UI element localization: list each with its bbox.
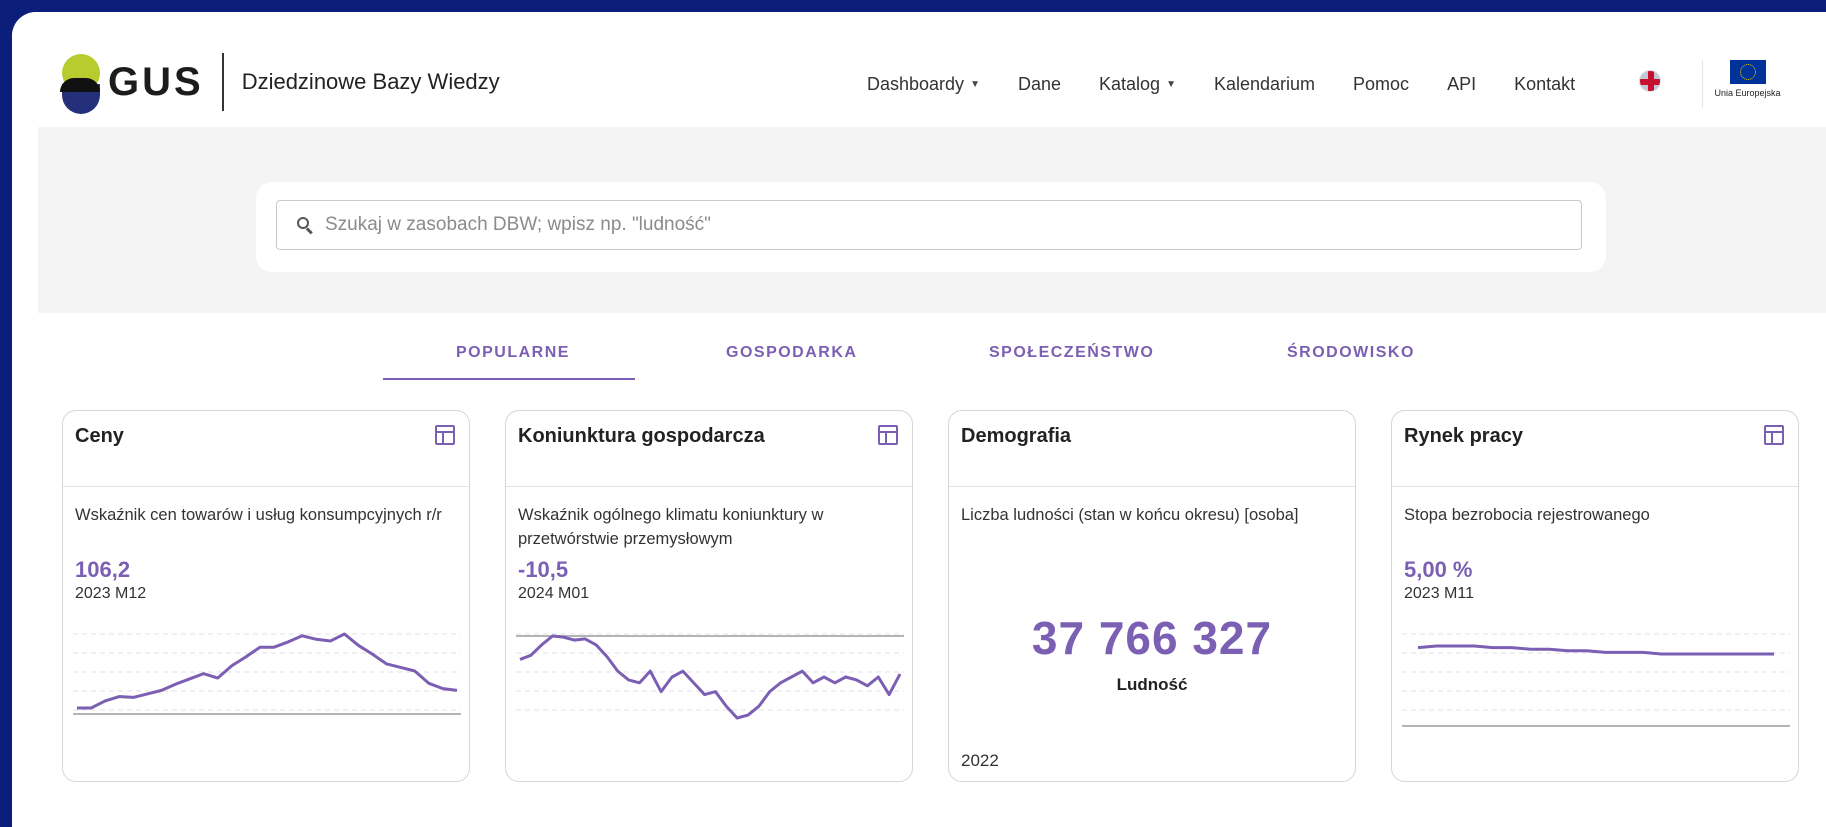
nav-item-kontakt[interactable]: Kontakt <box>1514 74 1575 95</box>
site-title: Dziedzinowe Bazy Wiedzy <box>241 69 500 94</box>
nav-item-label: Kontakt <box>1514 74 1576 94</box>
series-line <box>77 632 458 710</box>
card-title: Rynek pracy <box>1404 425 1523 447</box>
logo-divider <box>221 53 224 111</box>
card-rynek-pracy[interactable]: Rynek pracy Stopa bezrobocia rejestrowan… <box>1391 410 1799 782</box>
nav-item-label: Kalendarium <box>1213 74 1316 94</box>
indicator-label: Wskaźnik ogólnego klimatu koniunktury w … <box>518 506 824 548</box>
card-header: Rynek pracy <box>1392 411 1798 487</box>
site-logo[interactable]: GUS Dziedzinowe Bazy Wiedzy <box>60 52 510 114</box>
table-icon[interactable] <box>435 425 455 445</box>
search-input[interactable]: Szukaj w zasobach DBW; wpisz np. "ludnoś… <box>276 200 1582 250</box>
indicator-value: -10,5 <box>518 557 569 582</box>
nav-item-dashboardy[interactable]: Dashboardy ▼ <box>867 74 980 95</box>
eu-flag-icon <box>1729 60 1766 84</box>
indicator-value: 106,2 <box>75 557 131 582</box>
tab-spoleczenstwo[interactable]: SPOŁECZEŃSTWO <box>989 344 1154 362</box>
active-tab-indicator <box>383 378 635 380</box>
indicator-label: Wskaźnik cen towarów i usług konsumpcyjn… <box>75 506 442 524</box>
population-label: Ludność <box>1116 675 1188 694</box>
nav-item-label: Pomoc <box>1353 74 1410 94</box>
search-container: Szukaj w zasobach DBW; wpisz np. "ludnoś… <box>256 182 1606 272</box>
category-tabs: POPULARNE GOSPODARKA SPOŁECZEŃSTWO ŚRODO… <box>12 330 1826 380</box>
caret-down-icon: ▼ <box>1166 79 1176 90</box>
nav-item-label: API <box>1447 74 1477 94</box>
indicator-label: Liczba ludności (stan w końcu okresu) [o… <box>961 506 1299 524</box>
header: GUS Dziedzinowe Bazy Wiedzy Dashboardy ▼… <box>12 12 1826 127</box>
card-body: Wskaźnik cen towarów i usług konsumpcyjn… <box>63 487 469 603</box>
card-body: Liczba ludności (stan w końcu okresu) [o… <box>949 487 1355 551</box>
nav-item-dane[interactable]: Dane <box>1018 74 1061 95</box>
nav-item-api[interactable]: API <box>1447 74 1476 95</box>
search-placeholder: Szukaj w zasobach DBW; wpisz np. "ludnoś… <box>325 214 711 235</box>
card-body: Stopa bezrobocia rejestrowanego 5,00 % 2… <box>1392 487 1798 603</box>
nav-item-label: Dane <box>1017 74 1061 94</box>
tab-popularne[interactable]: POPULARNE <box>456 344 570 362</box>
sparkline-chart <box>1402 633 1790 727</box>
sparkline-chart <box>73 632 461 715</box>
population-value: 37 766 327 <box>1031 612 1273 664</box>
card-title: Demografia <box>961 425 1072 447</box>
card-header: Ceny <box>63 411 469 487</box>
series-line <box>519 634 902 720</box>
uk-flag-icon[interactable] <box>1639 70 1661 92</box>
nav-item-kalendarium[interactable]: Kalendarium <box>1214 74 1315 95</box>
eu-label: Unia Europejska <box>1714 88 1781 98</box>
sparkline-chart <box>516 633 904 720</box>
indicator-period: 2024 M01 <box>518 585 590 602</box>
search-section: Szukaj w zasobach DBW; wpisz np. "ludnoś… <box>38 127 1826 313</box>
gus-logo-icon <box>60 54 102 114</box>
card-title: Ceny <box>75 425 124 447</box>
tab-srodowisko[interactable]: ŚRODOWISKO <box>1287 344 1415 362</box>
table-icon[interactable] <box>878 425 898 445</box>
indicator-label: Stopa bezrobocia rejestrowanego <box>1404 506 1650 524</box>
caret-down-icon: ▼ <box>970 79 980 90</box>
nav-item-label: Dashboardy <box>867 74 965 94</box>
nav-item-label: Katalog <box>1099 74 1161 94</box>
search-icon <box>297 217 313 235</box>
main-nav: Dashboardy ▼ Dane Katalog ▼ Kalendarium … <box>867 74 1613 95</box>
nav-item-pomoc[interactable]: Pomoc <box>1353 74 1409 95</box>
indicator-value: 5,00 % <box>1404 557 1473 582</box>
nav-item-katalog[interactable]: Katalog ▼ <box>1099 74 1176 95</box>
page-frame: GUS Dziedzinowe Bazy Wiedzy Dashboardy ▼… <box>12 12 1826 827</box>
card-body: Wskaźnik ogólnego klimatu koniunktury w … <box>506 487 912 603</box>
card-demografia[interactable]: Demografia Liczba ludności (stan w końcu… <box>948 410 1356 782</box>
card-ceny[interactable]: Ceny Wskaźnik cen towarów i usług konsum… <box>62 410 470 782</box>
tab-gospodarka[interactable]: GOSPODARKA <box>726 344 857 362</box>
card-title: Koniunktura gospodarcza <box>518 425 765 447</box>
indicator-period: 2023 M12 <box>75 585 147 602</box>
logo-text: GUS <box>108 59 204 104</box>
card-header: Demografia <box>949 411 1355 487</box>
card-koniunktura[interactable]: Koniunktura gospodarcza Wskaźnik ogólneg… <box>505 410 913 782</box>
card-header: Koniunktura gospodarcza <box>506 411 912 487</box>
indicator-period: 2023 M11 <box>1404 585 1474 602</box>
eu-logo: Unia Europejska <box>1702 60 1792 108</box>
table-icon[interactable] <box>1764 425 1784 445</box>
indicator-period: 2022 <box>961 751 999 770</box>
series-line <box>1417 644 1774 656</box>
